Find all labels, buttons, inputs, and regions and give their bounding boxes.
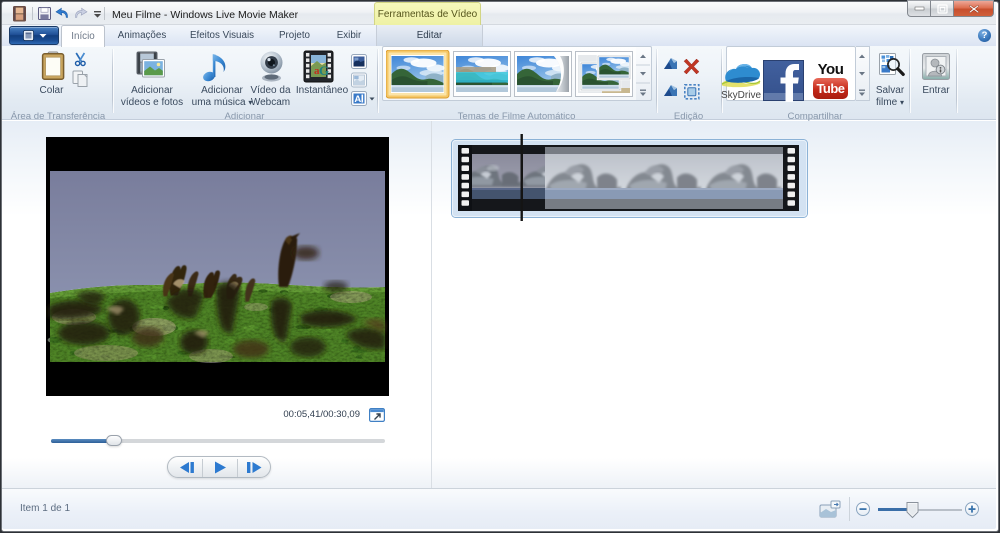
svg-text:A: A — [354, 94, 361, 105]
svg-text:G: G — [319, 63, 329, 78]
